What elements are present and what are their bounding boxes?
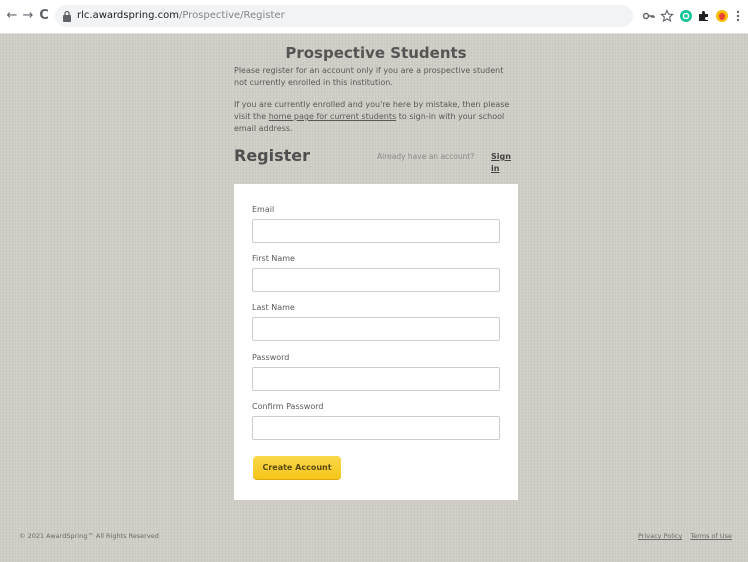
already-account-text: Already have an account? xyxy=(377,152,475,161)
email-field[interactable] xyxy=(252,219,500,243)
lock-icon[interactable] xyxy=(62,10,72,22)
copyright-text: © 2021 AwardSpring™ All Rights Reserved xyxy=(19,532,159,540)
create-account-button[interactable]: Create Account xyxy=(253,456,341,480)
browser-toolbar: ← → C rlc.awardspring.com/Prospective/Re… xyxy=(0,0,748,34)
registration-form: Email First Name Last Name Password Conf… xyxy=(234,184,518,500)
page-background: Prospective Students Please register for… xyxy=(0,34,748,562)
current-students-link[interactable]: home page for current students xyxy=(269,112,396,121)
address-bar[interactable]: rlc.awardspring.com/Prospective/Register xyxy=(55,5,633,27)
page-title: Prospective Students xyxy=(285,44,467,62)
star-icon[interactable] xyxy=(660,9,674,23)
grammarly-icon[interactable] xyxy=(679,9,693,23)
menu-icon[interactable] xyxy=(734,9,742,23)
url-text[interactable]: rlc.awardspring.com/Prospective/Register xyxy=(77,5,285,27)
last-name-label: Last Name xyxy=(252,303,295,312)
intro-section: Prospective Students Please register for… xyxy=(234,34,518,173)
first-name-field[interactable] xyxy=(252,268,500,292)
sign-in-link[interactable]: Sign in xyxy=(491,151,518,175)
url-host: rlc.awardspring.com xyxy=(77,10,179,21)
register-header: Register Already have an account? Sign i… xyxy=(234,145,518,173)
terms-of-use-link[interactable]: Terms of Use xyxy=(690,532,732,540)
url-path: /Prospective/Register xyxy=(178,10,285,21)
register-title: Register xyxy=(234,146,311,165)
email-label: Email xyxy=(252,205,275,214)
confirm-password-field[interactable] xyxy=(252,416,500,440)
footer-links: Privacy Policy Terms of Use xyxy=(630,531,732,541)
password-field[interactable] xyxy=(252,367,500,391)
first-name-label: First Name xyxy=(252,254,295,263)
intro-text: Please register for an account only if y… xyxy=(234,66,504,87)
forward-arrow-icon[interactable]: → xyxy=(20,6,36,26)
puzzle-icon[interactable] xyxy=(697,9,711,23)
password-label: Password xyxy=(252,353,290,362)
key-icon[interactable] xyxy=(642,9,656,23)
back-arrow-icon[interactable]: ← xyxy=(4,6,20,26)
enrolled-notice: If you are currently enrolled and you're… xyxy=(234,99,518,135)
avatar-icon[interactable] xyxy=(715,9,729,23)
confirm-password-label: Confirm Password xyxy=(252,402,324,411)
reload-icon[interactable]: C xyxy=(36,6,52,26)
last-name-field[interactable] xyxy=(252,317,500,341)
privacy-policy-link[interactable]: Privacy Policy xyxy=(638,532,682,540)
